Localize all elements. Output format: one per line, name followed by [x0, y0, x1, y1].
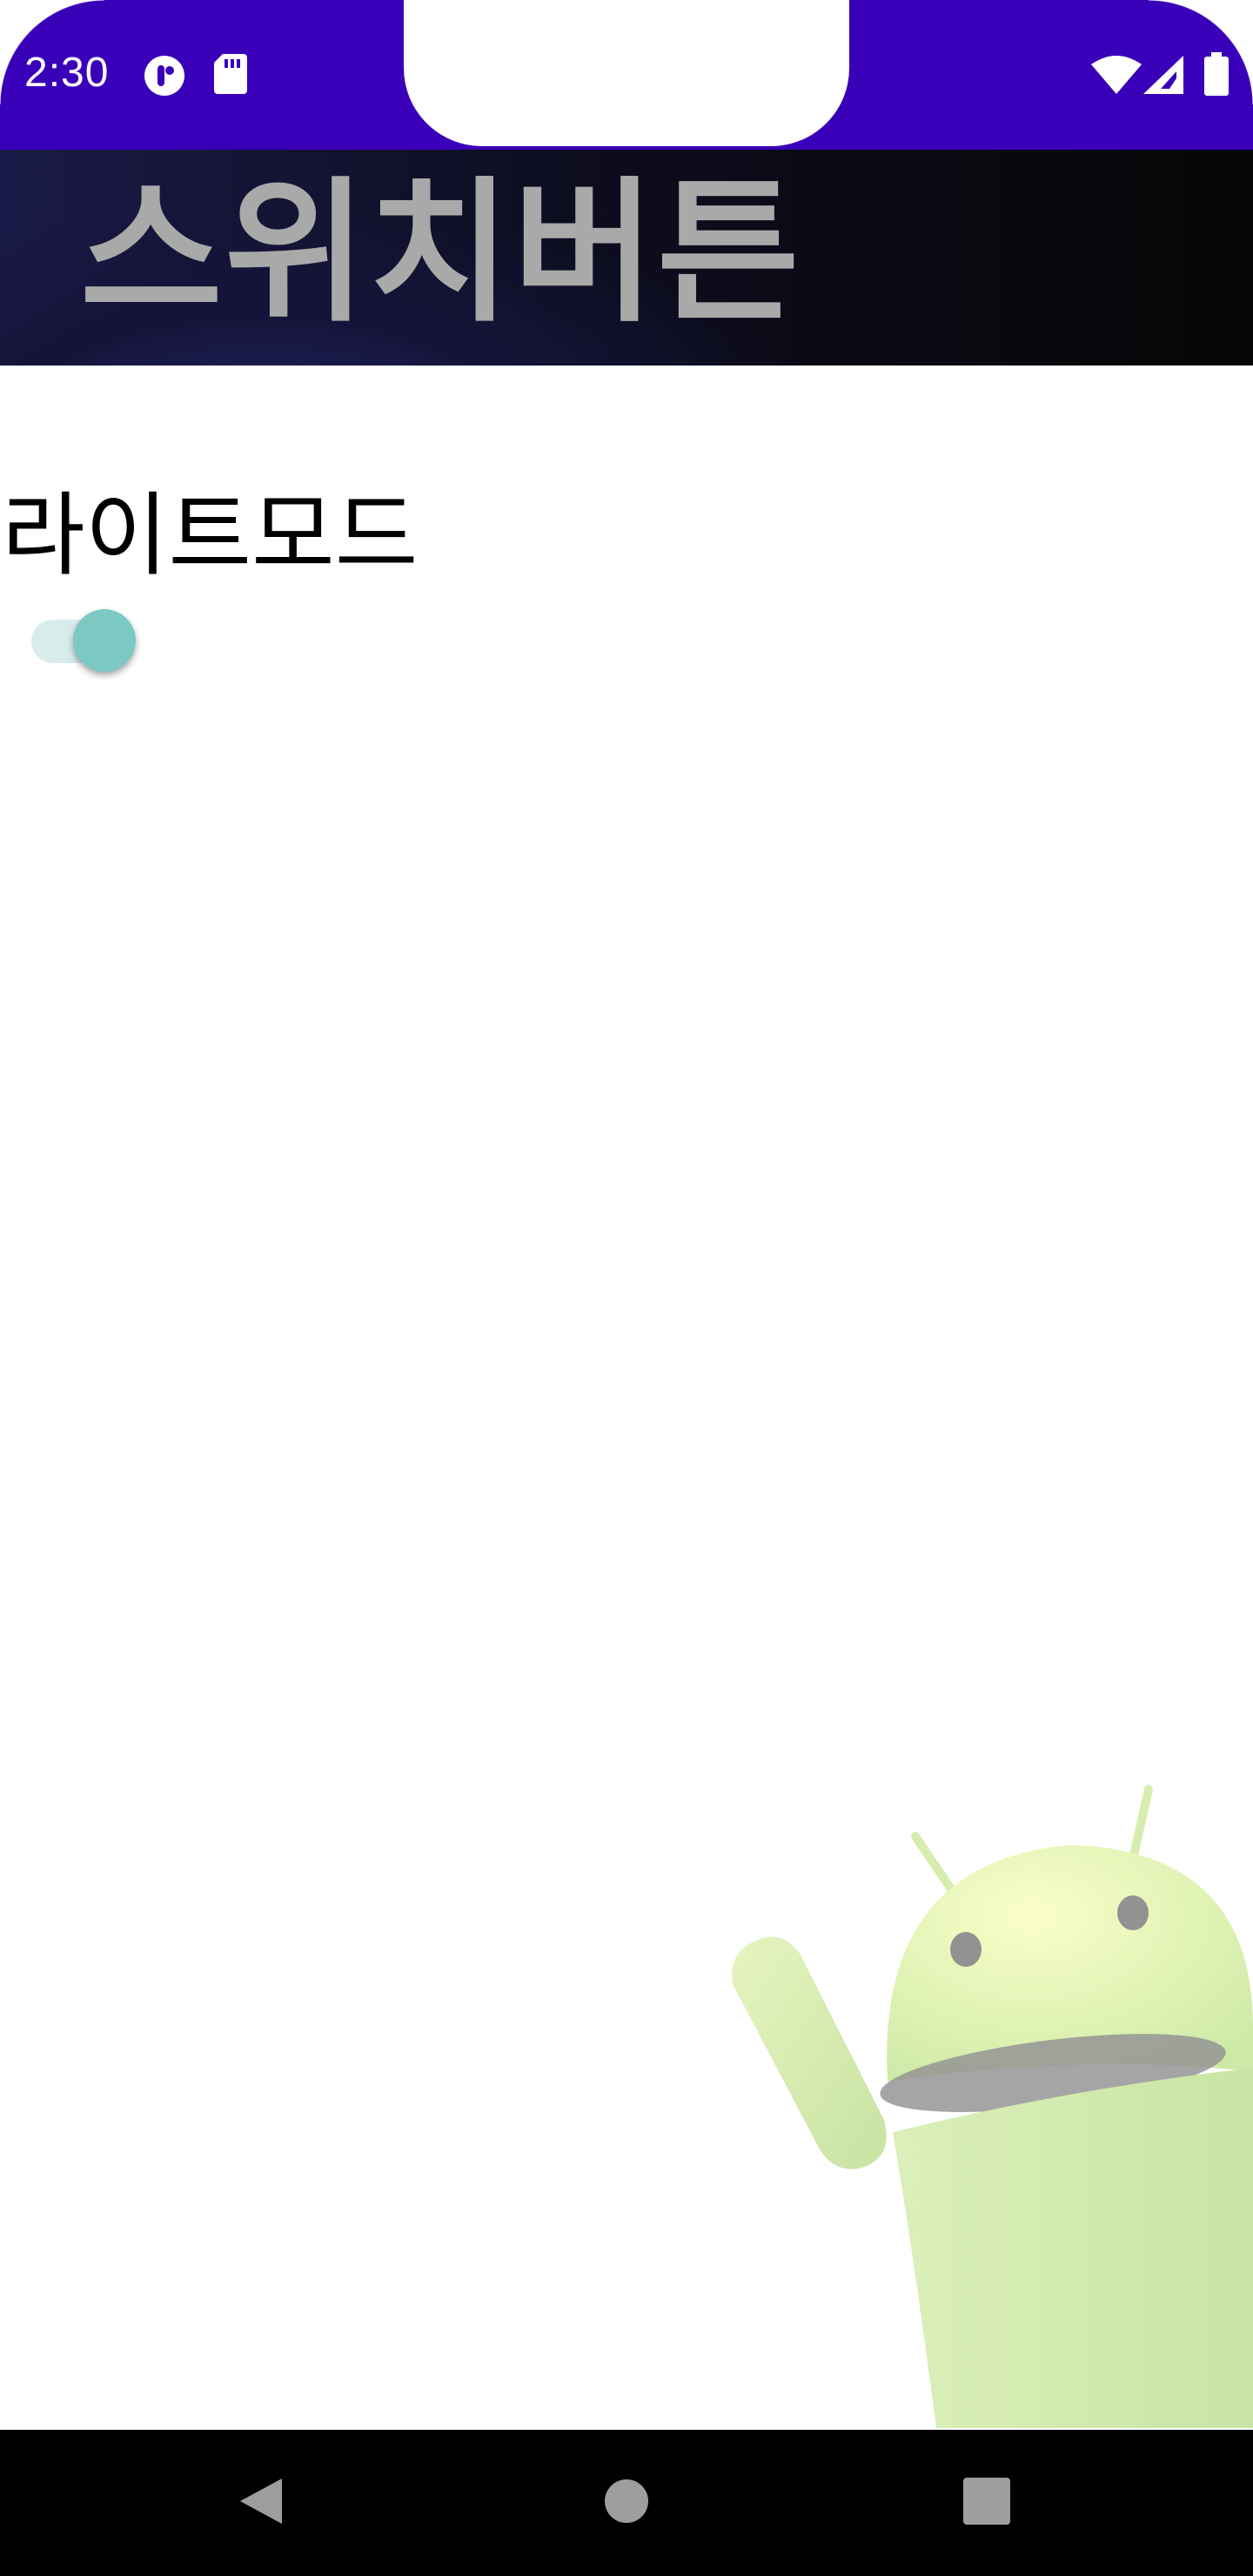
switch-thumb	[73, 609, 136, 672]
display-notch	[352, 0, 849, 146]
data-saver-icon	[143, 54, 186, 97]
android-mascot-image	[696, 1767, 1253, 2428]
mode-label: 라이트모드	[2, 482, 419, 588]
back-button[interactable]	[224, 2466, 298, 2539]
theme-toggle-switch[interactable]	[31, 609, 137, 672]
app-header: 스위치버튼	[0, 150, 1253, 366]
page-title: 스위치버튼	[80, 163, 801, 343]
sd-card-icon	[214, 54, 247, 94]
home-icon	[604, 2479, 649, 2527]
cell-signal-icon	[1143, 56, 1183, 94]
status-time: 2:30	[24, 50, 110, 96]
status-bar: 2:30	[0, 0, 1253, 150]
navigation-bar	[0, 2430, 1253, 2576]
home-button[interactable]	[590, 2466, 663, 2539]
app-screen: 2:30 스위치버튼 라이트모드	[0, 0, 1253, 2576]
recents-icon	[963, 2478, 1010, 2528]
battery-icon	[1204, 52, 1229, 96]
recents-button[interactable]	[950, 2466, 1023, 2539]
back-icon	[235, 2475, 287, 2531]
wifi-icon	[1091, 56, 1142, 94]
